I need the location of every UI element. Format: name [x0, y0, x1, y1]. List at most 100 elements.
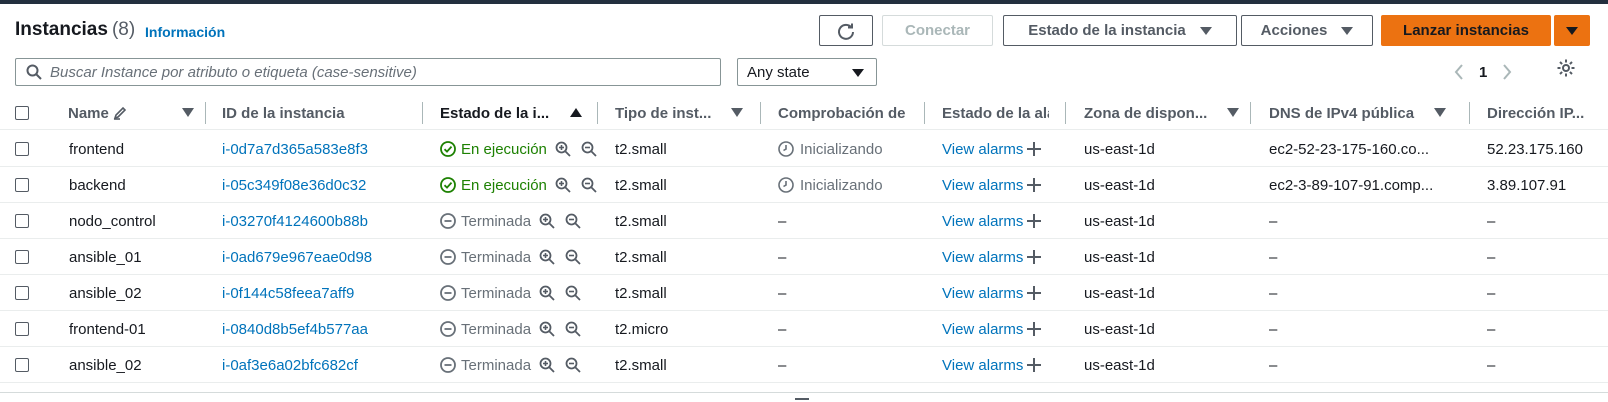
- column-header-public-dns[interactable]: DNS de IPv4 pública: [1269, 96, 1456, 130]
- view-alarms-link[interactable]: View alarms: [942, 357, 1023, 374]
- table-row[interactable]: nodo_control i-03270f4124600b88b Terminada…: [0, 203, 1608, 239]
- instance-state-button[interactable]: Estado de la instancia: [1003, 15, 1237, 46]
- column-label: Zona de dispon...: [1084, 104, 1208, 122]
- resize-handle[interactable]: [795, 398, 809, 400]
- sort-icon[interactable]: [182, 108, 194, 117]
- current-page[interactable]: 1: [1479, 64, 1487, 81]
- chevron-left-icon[interactable]: [1453, 63, 1465, 81]
- column-header-name[interactable]: Name: [68, 96, 204, 130]
- info-link[interactable]: Información: [145, 24, 225, 40]
- connect-button[interactable]: Conectar: [882, 15, 993, 46]
- instance-state-text: Terminada: [461, 356, 532, 374]
- instance-id-link[interactable]: i-0af3e6a02bfc682cf: [222, 347, 422, 383]
- zoom-out-icon[interactable]: [581, 141, 597, 157]
- table-row[interactable]: ansible_02 i-0f144c58feea7aff9 Terminada t2…: [0, 275, 1608, 311]
- caret-down-icon: [1199, 26, 1212, 35]
- instance-state-text: Terminada: [461, 248, 532, 266]
- row-checkbox[interactable]: [15, 358, 29, 372]
- view-alarms-link[interactable]: View alarms: [942, 285, 1023, 302]
- launch-dropdown-button[interactable]: [1554, 15, 1590, 46]
- column-header-status-check[interactable]: Comprobación de: [778, 96, 908, 130]
- column-header-instance-id[interactable]: ID de la instancia: [222, 96, 422, 130]
- plus-icon[interactable]: [1026, 249, 1042, 265]
- search-input[interactable]: [50, 63, 690, 81]
- plus-icon[interactable]: [1026, 321, 1042, 337]
- column-header-alarm-status[interactable]: Estado de la ala: [942, 96, 1049, 130]
- zoom-in-icon[interactable]: [539, 321, 555, 337]
- status-check: Inicializando: [778, 167, 923, 203]
- public-dns: –: [1269, 212, 1278, 230]
- plus-icon[interactable]: [1026, 357, 1042, 373]
- launch-instances-button[interactable]: Lanzar instancias: [1381, 15, 1551, 46]
- table-row[interactable]: frontend-01 i-0840d8b5ef4b577aa Terminada t…: [0, 311, 1608, 347]
- view-alarms-link[interactable]: View alarms: [942, 321, 1023, 338]
- view-alarms-link[interactable]: View alarms: [942, 213, 1023, 230]
- view-alarms-link[interactable]: View alarms: [942, 249, 1023, 266]
- zoom-out-icon[interactable]: [565, 249, 581, 265]
- select-all-checkbox[interactable]: [15, 106, 29, 120]
- edit-icon[interactable]: [113, 106, 127, 120]
- state-filter-select[interactable]: Any state: [737, 58, 877, 86]
- sort-icon[interactable]: [1434, 108, 1446, 117]
- column-header-availability-zone[interactable]: Zona de dispon...: [1084, 96, 1249, 130]
- table-row[interactable]: frontend i-0d7a7d365a583e8f3 En ejecución t…: [0, 131, 1608, 167]
- caret-down-icon: [1566, 26, 1578, 35]
- column-header-instance-state[interactable]: Estado de la i...: [440, 96, 592, 130]
- zoom-in-icon[interactable]: [555, 177, 571, 193]
- sort-ascending-icon[interactable]: [570, 108, 582, 117]
- zoom-out-icon[interactable]: [565, 321, 581, 337]
- column-header-ip-address[interactable]: Dirección IP...: [1487, 96, 1608, 130]
- instance-state-text: Terminada: [461, 212, 532, 230]
- zoom-in-icon[interactable]: [539, 249, 555, 265]
- zoom-in-icon[interactable]: [555, 141, 571, 157]
- zoom-out-icon[interactable]: [581, 177, 597, 193]
- gear-icon[interactable]: [1556, 58, 1576, 78]
- plus-icon[interactable]: [1026, 213, 1042, 229]
- instance-state: Terminada: [440, 311, 600, 347]
- status-check: –: [778, 347, 923, 383]
- availability-zone: us-east-1d: [1084, 320, 1155, 338]
- refresh-button[interactable]: [819, 15, 873, 46]
- instance-id-link[interactable]: i-0f144c58feea7aff9: [222, 275, 422, 311]
- row-checkbox[interactable]: [15, 178, 29, 192]
- table-row[interactable]: backend i-05c349f08e36d0c32 En ejecución t2…: [0, 167, 1608, 203]
- actions-button[interactable]: Acciones: [1241, 15, 1373, 46]
- plus-icon[interactable]: [1026, 177, 1042, 193]
- instance-id-link[interactable]: i-0840d8b5ef4b577aa: [222, 311, 422, 347]
- instance-id-link[interactable]: i-05c349f08e36d0c32: [222, 167, 422, 203]
- instance-id-link[interactable]: i-0d7a7d365a583e8f3: [222, 131, 422, 167]
- alarm-status: View alarms: [942, 239, 1062, 275]
- column-label: Name: [68, 104, 109, 122]
- table-row[interactable]: ansible_02 i-0af3e6a02bfc682cf Terminada t2…: [0, 347, 1608, 383]
- zoom-out-icon[interactable]: [565, 357, 581, 373]
- search-box[interactable]: [15, 58, 721, 86]
- zoom-in-icon[interactable]: [539, 357, 555, 373]
- zoom-in-icon[interactable]: [539, 213, 555, 229]
- sort-icon[interactable]: [731, 108, 743, 117]
- alarm-status: View alarms: [942, 167, 1062, 203]
- row-checkbox[interactable]: [15, 322, 29, 336]
- table-row[interactable]: ansible_01 i-0ad679e967eae0d98 Terminada t2…: [0, 239, 1608, 275]
- instance-id-link[interactable]: i-03270f4124600b88b: [222, 203, 422, 239]
- alarm-status: View alarms: [942, 131, 1062, 167]
- row-checkbox[interactable]: [15, 250, 29, 264]
- row-checkbox[interactable]: [15, 142, 29, 156]
- row-checkbox[interactable]: [15, 286, 29, 300]
- zoom-out-icon[interactable]: [565, 213, 581, 229]
- instance-state-text: Terminada: [461, 284, 532, 302]
- public-ip: –: [1487, 284, 1496, 302]
- zoom-in-icon[interactable]: [539, 285, 555, 301]
- minus-circle-icon: [440, 285, 456, 301]
- sort-icon[interactable]: [1227, 108, 1239, 117]
- zoom-out-icon[interactable]: [565, 285, 581, 301]
- chevron-right-icon[interactable]: [1501, 63, 1513, 81]
- column-header-instance-type[interactable]: Tipo de inst...: [615, 96, 753, 130]
- view-alarms-link[interactable]: View alarms: [942, 141, 1023, 158]
- plus-icon[interactable]: [1026, 141, 1042, 157]
- row-checkbox[interactable]: [15, 214, 29, 228]
- check-circle-icon: [440, 177, 456, 193]
- view-alarms-link[interactable]: View alarms: [942, 177, 1023, 194]
- availability-zone: us-east-1d: [1084, 212, 1155, 230]
- instance-id-link[interactable]: i-0ad679e967eae0d98: [222, 239, 422, 275]
- plus-icon[interactable]: [1026, 285, 1042, 301]
